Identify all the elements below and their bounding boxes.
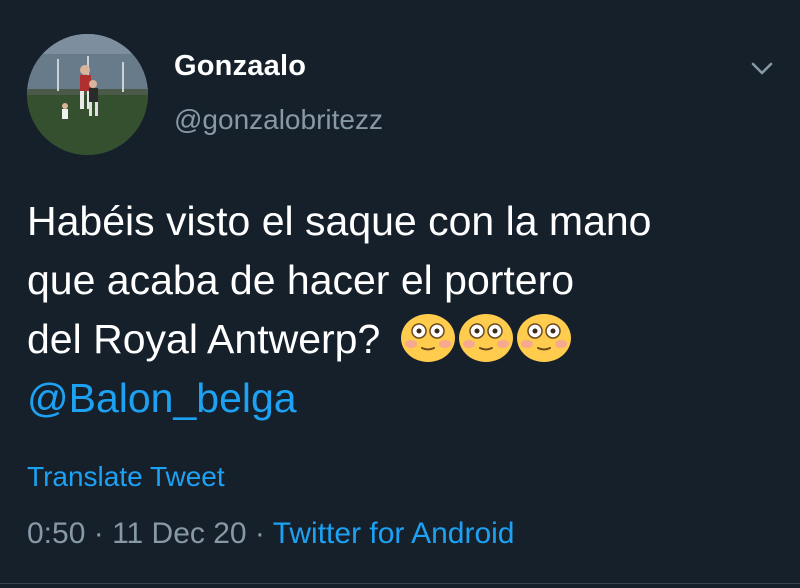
tweet-text-line-4: @Balon_belga xyxy=(27,369,787,428)
tweet-source-link[interactable]: Twitter for Android xyxy=(273,517,515,550)
tweet-card: Gonzaalo @gonzalobritezz Habéis visto el… xyxy=(0,0,800,588)
meta-separator: · xyxy=(85,517,113,550)
tweet-text: Habéis visto el saque con la mano que ac… xyxy=(27,192,787,428)
avatar[interactable] xyxy=(27,34,148,155)
chevron-down-icon[interactable] xyxy=(748,54,776,82)
tweet-date[interactable]: 11 Dec 20 xyxy=(112,517,247,550)
flushed-face-icon xyxy=(516,314,571,362)
divider xyxy=(0,583,800,584)
tweet-time[interactable]: 0:50 xyxy=(27,517,85,550)
user-handle[interactable]: @gonzalobritezz xyxy=(174,104,383,136)
avatar-photo xyxy=(27,34,148,155)
flushed-face-icon xyxy=(400,314,455,362)
tweet-text-line-3-text: del Royal Antwerp? xyxy=(27,316,392,362)
mention-link[interactable]: @Balon_belga xyxy=(27,375,297,421)
tweet-text-line-3: del Royal Antwerp? xyxy=(27,310,787,369)
flushed-face-icon xyxy=(458,314,513,362)
tweet-text-line-1: Habéis visto el saque con la mano xyxy=(27,198,652,244)
meta-separator: · xyxy=(246,517,273,550)
tweet-text-line-2: que acaba de hacer el portero xyxy=(27,257,575,303)
tweet-metadata: 0:50 · 11 Dec 20 · Twitter for Android xyxy=(27,517,515,551)
translate-tweet-link[interactable]: Translate Tweet xyxy=(27,461,225,493)
display-name[interactable]: Gonzaalo xyxy=(174,50,306,83)
